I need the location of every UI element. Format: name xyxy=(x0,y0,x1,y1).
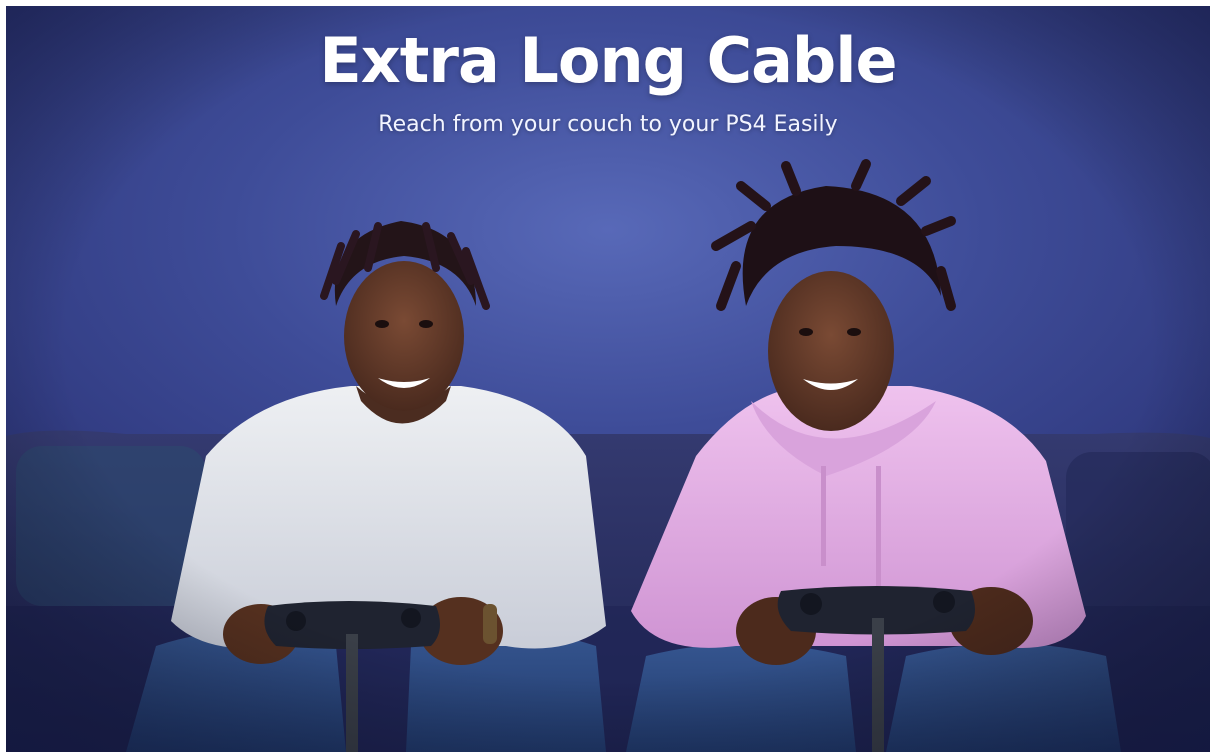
banner-title: Extra Long Cable xyxy=(319,24,897,97)
banner-subtitle: Reach from your couch to your PS4 Easily xyxy=(378,112,838,137)
product-banner: Extra Long Cable Reach from your couch t… xyxy=(6,6,1210,752)
